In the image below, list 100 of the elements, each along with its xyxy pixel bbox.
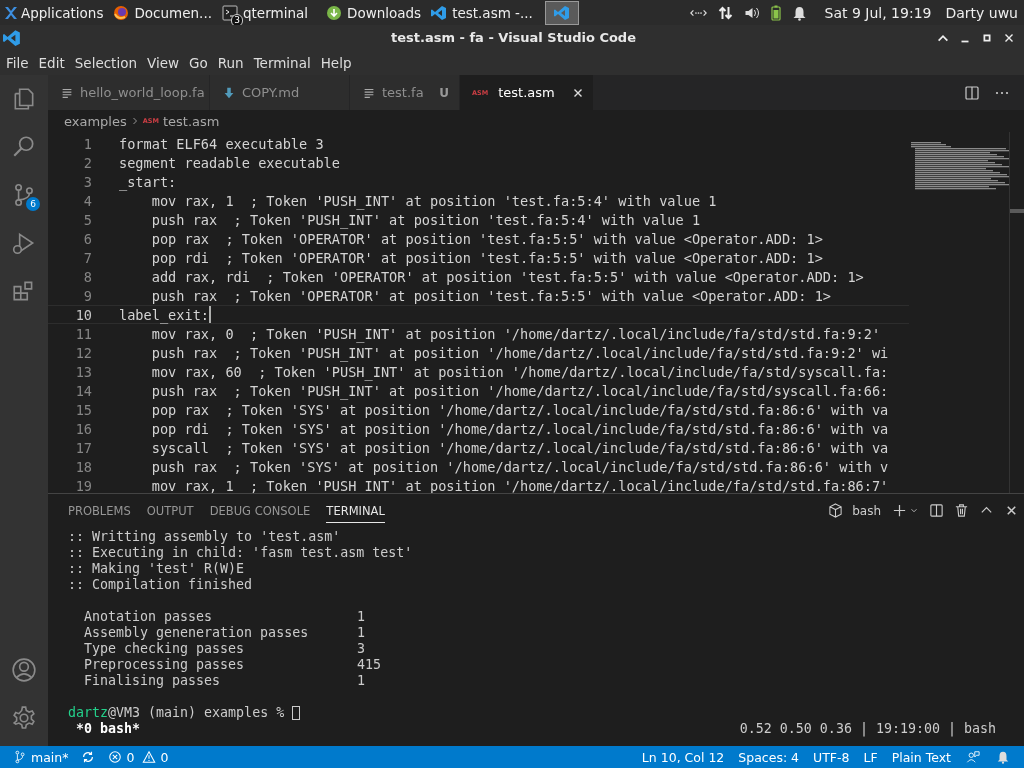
line-number: 19: [74, 477, 92, 493]
line-number: 15: [74, 401, 92, 418]
close-icon[interactable]: [1004, 503, 1019, 518]
panel-tab[interactable]: OUTPUT: [146, 498, 194, 523]
menu-item[interactable]: Edit: [33, 54, 70, 71]
status-item[interactable]: LF: [856, 749, 885, 765]
line-number: 11: [74, 325, 92, 342]
scrollbar-thumb[interactable]: [1010, 209, 1024, 213]
taskbar-button[interactable]: [544, 0, 579, 25]
editor-tab[interactable]: hello_world_loop.fa: [48, 75, 210, 110]
user-name[interactable]: Darty uwu: [945, 4, 1018, 21]
terminal-line: :: Writting assembly to 'test.asm': [68, 529, 342, 545]
prompt-user: dartz: [68, 705, 109, 721]
menu-item[interactable]: File: [1, 54, 34, 71]
prompt-text: @VM3 (main) examples %: [108, 705, 285, 721]
plus-icon[interactable]: [892, 503, 907, 518]
line-number: 2: [82, 154, 92, 171]
stat-value: 1: [357, 673, 365, 689]
window-title: test.asm - fa - Visual Studio Code: [390, 30, 637, 45]
line-number: 3: [82, 173, 92, 190]
menu-item[interactable]: Selection: [69, 54, 142, 71]
editor-tab[interactable]: test.fa U: [350, 75, 460, 110]
menu-item[interactable]: Go: [184, 54, 213, 71]
code-line: pop rdi ; Token 'OPERATOR' at position 'test.fa:5:5' with value <Operator.ADD: 1>: [150, 249, 823, 266]
line-number: 14: [74, 382, 92, 399]
transfer-arrows-icon[interactable]: [716, 4, 734, 21]
status-item[interactable]: Spaces: 4: [731, 749, 807, 765]
line-number: 12: [74, 344, 92, 361]
clock[interactable]: Sat 9 Jul, 19:19: [824, 4, 932, 21]
stat-label: Anotation passes: [84, 609, 214, 625]
code-line: mov rax, 0 ; Token 'PUSH_INT' at position '/home/dartz/.local/include/fa/std/std.fa:9:2': [150, 325, 881, 342]
code-line: _start:: [119, 173, 177, 190]
taskbar-button[interactable]: test.asm -...: [427, 0, 539, 25]
panel-tab[interactable]: DEBUG CONSOLE: [209, 498, 311, 523]
status-item[interactable]: Plain Text: [884, 749, 958, 765]
line-number: 16: [74, 420, 92, 437]
stat-value: 415: [357, 657, 382, 673]
menu-item[interactable]: View: [141, 54, 184, 71]
status-item[interactable]: UTF-8: [806, 749, 857, 765]
line-number: 10: [74, 306, 92, 323]
taskbar-button[interactable]: Downloads: [322, 0, 428, 25]
code-line: push rax ; Token 'PUSH_INT' at position '/home/dartz/.local/include/fa/std/syscall.fa:66:: [150, 382, 889, 399]
line-number: 13: [74, 363, 92, 380]
line-number: 8: [82, 268, 92, 285]
stat-label: Preprocessing passes: [84, 657, 246, 673]
trash-icon[interactable]: [954, 503, 969, 518]
terminal-line: :: Compilation finished: [68, 577, 254, 593]
code-line: label_exit:: [119, 306, 210, 323]
code-line: mov rax, 1 ; Token 'PUSH_INT' at position '/home/dartz/.local/include/fa/std/std.fa:86:7': [150, 477, 889, 493]
line-number: 7: [82, 249, 92, 266]
code-line: add rax, rdi ; Token 'OPERATOR' at position 'test.fa:5:5' with value <Operator.ADD: 1>: [150, 268, 864, 285]
terminal-cursor: [292, 706, 301, 720]
terminal-line: :: Executing in child: 'fasm test.asm test': [68, 545, 414, 561]
applications-menu[interactable]: Applications: [0, 0, 110, 25]
split-editor-icon[interactable]: [964, 84, 980, 101]
code-line: mov rax, 60 ; Token 'PUSH_INT' at position '/home/dartz/.local/include/fa/std/syscall.fa:: [150, 363, 889, 380]
code-line: format ELF64 executable 3: [119, 135, 324, 152]
code-line: mov rax, 1 ; Token 'PUSH_INT' at position 'test.fa:5:4' with value 1: [150, 192, 717, 209]
code-line: syscall ; Token 'SYS' at position '/home/dartz/.local/include/fa/std/std.fa:86:6' with va: [150, 439, 889, 456]
browser-icon: [113, 4, 130, 21]
stat-label: Type checking passes: [84, 641, 246, 657]
code-line: push rax ; Token 'PUSH_INT' at position '/home/dartz/.local/include/fa/std/std.fa:9:2' wi: [150, 344, 889, 361]
code-editor-icon: [3, 28, 21, 47]
status-item[interactable]: Ln 10, Col 12: [634, 749, 732, 765]
code-line: push rax ; Token 'SYS' at position '/home/dartz/.local/include/fa/std/std.fa:86:6' with v: [150, 458, 889, 475]
line-number: 6: [82, 230, 92, 247]
line-number: 9: [82, 287, 92, 304]
branch-icon: [13, 750, 27, 764]
code-line: segment readable executable: [119, 154, 340, 171]
panel-tab[interactable]: TERMINAL: [326, 498, 385, 523]
sync-icon[interactable]: [81, 750, 96, 764]
editor-tab[interactable]: COPY.md: [210, 75, 350, 110]
split-terminal-icon[interactable]: [929, 503, 944, 518]
code-editor-icon: [431, 4, 448, 21]
feedback-icon[interactable]: [966, 750, 980, 764]
stat-value: 1: [357, 625, 365, 641]
logo-icon: [3, 4, 19, 21]
account-icon[interactable]: [11, 657, 37, 683]
problems-indicator[interactable]: 0 0: [101, 749, 180, 765]
stat-label: Assembly geneneration passes: [84, 625, 310, 641]
download-icon: [326, 4, 342, 21]
battery-icon[interactable]: [770, 4, 781, 21]
line-number: 18: [74, 458, 92, 475]
branch-indicator[interactable]: main*: [6, 749, 76, 765]
taskbar-button[interactable]: Documen...: [109, 0, 218, 25]
terminal-selector[interactable]: bash: [823, 503, 881, 518]
settings-icon[interactable]: [11, 705, 37, 731]
panel-tab[interactable]: PROBLEMS: [68, 498, 131, 523]
tmux-status: 0.52 0.50 0.36 | 19:19:00 | bash: [739, 721, 996, 737]
menu-item[interactable]: Terminal: [248, 54, 316, 71]
download-arrow-icon: [222, 85, 236, 100]
stat-label: Finalising passes: [84, 673, 222, 689]
menu-item[interactable]: Run: [212, 54, 249, 71]
stat-value: 1: [357, 609, 365, 625]
count-badge: 6: [26, 197, 40, 211]
code-line: pop rax ; Token 'OPERATOR' at position 'test.fa:5:5' with value <Operator.ADD: 1>: [150, 230, 823, 247]
code-editor-icon: [553, 4, 570, 21]
menu-item[interactable]: Help: [315, 54, 357, 71]
breadcrumb-item[interactable]: examples: [64, 113, 127, 129]
line-number: 5: [82, 211, 92, 228]
